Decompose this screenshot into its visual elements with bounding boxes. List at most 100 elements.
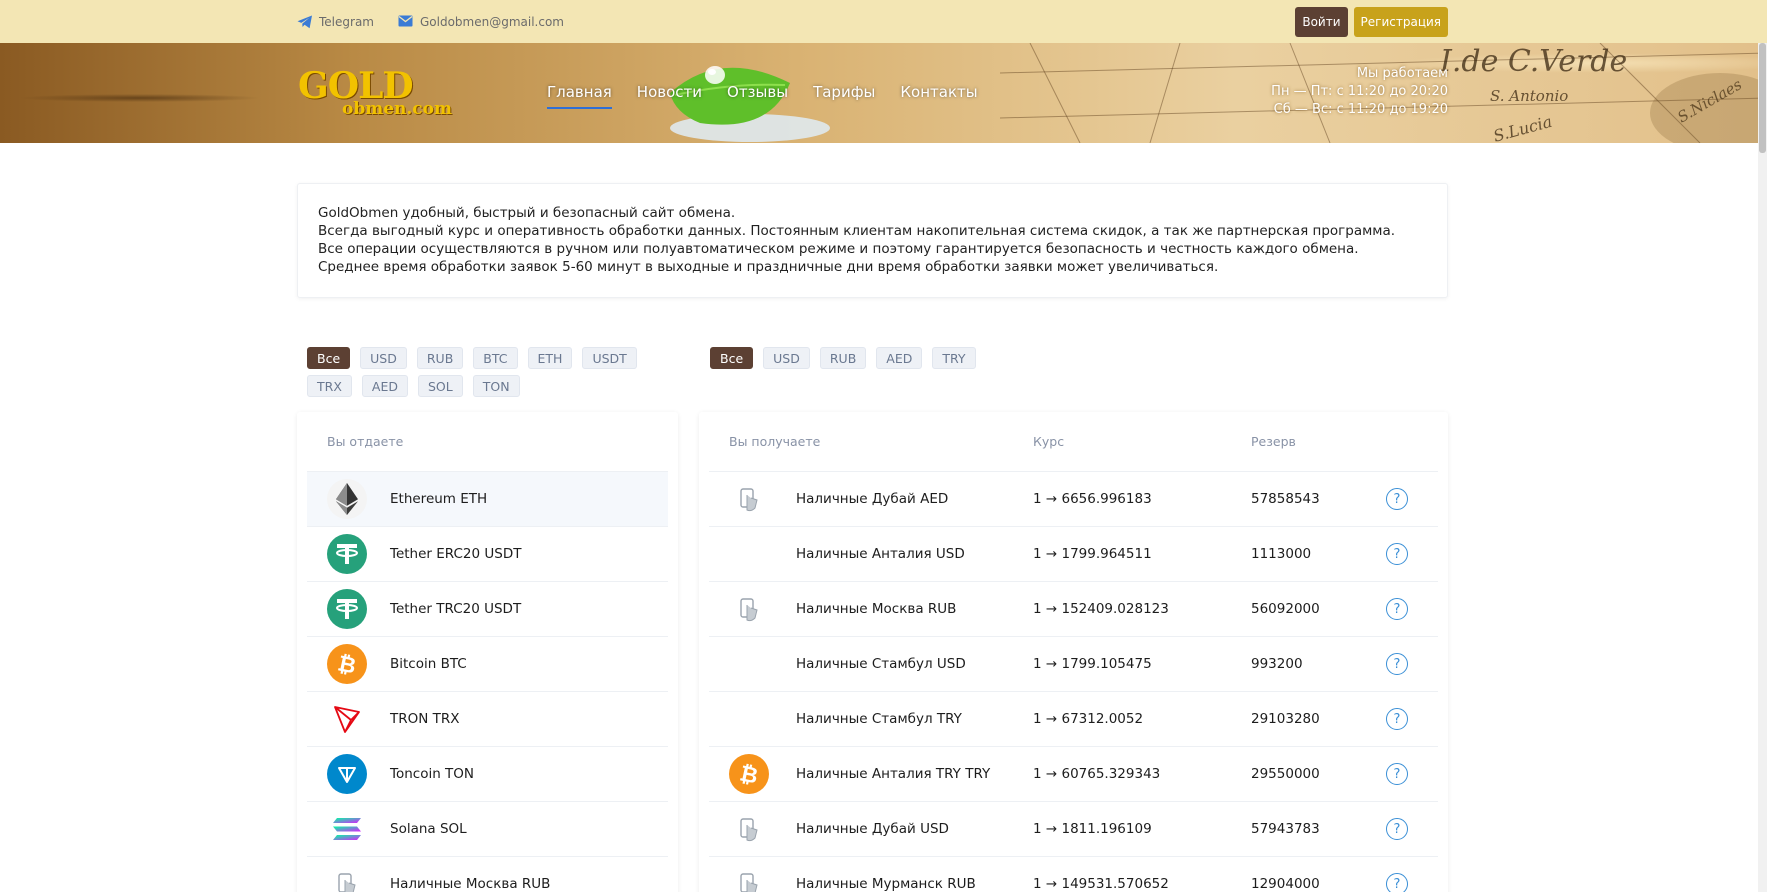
- get-row[interactable]: Наличные Анталия USD 1 → 1799.964511 111…: [709, 527, 1438, 582]
- help-icon[interactable]: ?: [1386, 873, 1408, 892]
- top-bar: Telegram Goldobmen@gmail.com Войти Регис…: [0, 0, 1767, 43]
- give-item[interactable]: ₿ Bitcoin BTC: [307, 637, 668, 692]
- info-line: GoldObmen удобный, быстрый и безопасный …: [318, 205, 736, 221]
- telegram-link[interactable]: Telegram: [297, 15, 374, 29]
- get-item-rate: 1 → 67312.0052: [1033, 711, 1144, 727]
- svg-text:₿: ₿: [738, 761, 760, 787]
- get-header-rate: Курс: [1033, 434, 1065, 449]
- nav-tariffs[interactable]: Тарифы: [813, 83, 875, 109]
- give-filter-sol[interactable]: SOL: [417, 375, 463, 397]
- give-item[interactable]: Tether TRC20 USDT: [307, 582, 668, 637]
- email-link[interactable]: Goldobmen@gmail.com: [398, 15, 564, 29]
- scrollbar-track[interactable]: [1758, 43, 1767, 892]
- get-item-reserve: 29550000: [1251, 766, 1320, 782]
- get-item-reserve: 57858543: [1251, 491, 1320, 507]
- get-item-rate: 1 → 152409.028123: [1033, 601, 1169, 617]
- give-filter-ton[interactable]: TON: [472, 375, 520, 397]
- cash-icon: [327, 864, 367, 892]
- bitcoin-icon: ₿: [729, 754, 769, 794]
- give-item-name: Ethereum ETH: [390, 491, 488, 507]
- get-header-name: Вы получаете: [729, 434, 821, 449]
- tether-icon: [327, 589, 367, 629]
- get-item-rate: 1 → 1799.964511: [1033, 546, 1152, 562]
- get-row[interactable]: Наличные Стамбул USD 1 → 1799.105475 993…: [709, 637, 1438, 692]
- get-filter-rub[interactable]: RUB: [819, 347, 867, 369]
- give-item[interactable]: Solana SOL: [307, 802, 668, 857]
- hours-title: Мы работаем: [1356, 66, 1448, 81]
- scrollbar-thumb[interactable]: [1759, 43, 1766, 153]
- give-item[interactable]: Наличные Москва RUB: [307, 857, 668, 892]
- help-icon[interactable]: ?: [1386, 598, 1408, 620]
- hours-weekdays: Пн — Пт: с 11:20 до 20:20: [1271, 84, 1448, 99]
- get-item-rate: 1 → 1811.196109: [1033, 821, 1152, 837]
- give-panel-header: Вы отдаете: [307, 412, 668, 472]
- get-item-rate: 1 → 1799.105475: [1033, 656, 1152, 672]
- telegram-icon: [297, 15, 313, 29]
- svg-text:I.de C.Verde: I.de C.Verde: [1439, 44, 1627, 79]
- get-item-reserve: 57943783: [1251, 821, 1320, 837]
- give-item-name: Toncoin TON: [390, 766, 475, 782]
- get-header-reserve: Резерв: [1251, 434, 1296, 449]
- info-line: Среднее время обработки заявок 5-60 мину…: [318, 259, 1219, 275]
- email-label: Goldobmen@gmail.com: [419, 14, 564, 29]
- get-row[interactable]: ₿ Наличные Анталия TRY TRY 1 → 60765.329…: [709, 747, 1438, 802]
- cash-icon: [729, 479, 769, 519]
- tether-icon: [327, 534, 367, 574]
- get-item-name: Наличные Стамбул TRY: [796, 711, 962, 727]
- get-row[interactable]: Наличные Дубай USD 1 → 1811.196109 57943…: [709, 802, 1438, 857]
- give-filter-rub[interactable]: RUB: [416, 347, 464, 369]
- give-filter-trx[interactable]: TRX: [307, 375, 352, 397]
- give-item-name: TRON TRX: [390, 711, 460, 727]
- get-item-reserve: 29103280: [1251, 711, 1320, 727]
- help-icon[interactable]: ?: [1386, 653, 1408, 675]
- get-filter-usd[interactable]: USD: [763, 347, 810, 369]
- give-item[interactable]: Tether ERC20 USDT: [307, 527, 668, 582]
- register-button[interactable]: Регистрация: [1353, 6, 1448, 37]
- give-filter-aed[interactable]: AED: [361, 375, 408, 397]
- get-item-reserve: 12904000: [1251, 876, 1320, 892]
- site-logo[interactable]: GOLD obmen.com: [298, 65, 458, 125]
- give-panel: Вы отдаете Ethereum ETH Tether ERC20 USD…: [297, 412, 678, 892]
- nav-news[interactable]: Новости: [637, 83, 702, 109]
- get-filter-try[interactable]: TRY: [932, 347, 976, 369]
- give-filter-btc[interactable]: BTC: [473, 347, 518, 369]
- give-item[interactable]: TRON TRX: [307, 692, 668, 747]
- help-icon[interactable]: ?: [1386, 488, 1408, 510]
- get-filter-all[interactable]: Все: [710, 347, 754, 369]
- cash-icon: [729, 809, 769, 849]
- get-item-reserve: 1113000: [1251, 546, 1312, 562]
- help-icon[interactable]: ?: [1386, 818, 1408, 840]
- get-currency-filters: Все USD RUB AED TRY: [710, 347, 976, 369]
- help-icon[interactable]: ?: [1386, 708, 1408, 730]
- help-icon[interactable]: ?: [1386, 763, 1408, 785]
- nav-reviews[interactable]: Отзывы: [727, 83, 788, 109]
- give-filter-all[interactable]: Все: [307, 347, 351, 369]
- get-row[interactable]: Наличные Дубай AED 1 → 6656.996183 57858…: [709, 472, 1438, 527]
- give-filter-usd[interactable]: USD: [360, 347, 407, 369]
- give-filter-eth[interactable]: ETH: [527, 347, 573, 369]
- give-item-name: Tether TRC20 USDT: [390, 601, 522, 617]
- logo-text-sub: obmen.com: [342, 99, 452, 119]
- give-filter-usdt[interactable]: USDT: [582, 347, 637, 369]
- get-item-rate: 1 → 6656.996183: [1033, 491, 1152, 507]
- cash-icon: [729, 864, 769, 892]
- nav-home[interactable]: Главная: [547, 83, 612, 109]
- info-line: Всегда выгодный курс и оперативность обр…: [318, 223, 1396, 239]
- give-item-name: Bitcoin BTC: [390, 656, 467, 672]
- give-item[interactable]: Toncoin TON: [307, 747, 668, 802]
- envelope-icon: [398, 15, 414, 29]
- get-item-name: Наличные Анталия TRY TRY: [796, 766, 991, 782]
- bitcoin-icon: ₿: [327, 644, 367, 684]
- give-item-name: Solana SOL: [390, 821, 467, 837]
- get-row[interactable]: Наличные Мурманск RUB 1 → 149531.570652 …: [709, 857, 1438, 892]
- login-button[interactable]: Войти: [1295, 6, 1348, 37]
- get-row[interactable]: Наличные Москва RUB 1 → 152409.028123 56…: [709, 582, 1438, 637]
- get-item-name: Наличные Москва RUB: [796, 601, 957, 617]
- get-item-reserve: 993200: [1251, 656, 1303, 672]
- help-icon[interactable]: ?: [1386, 543, 1408, 565]
- get-row[interactable]: Наличные Стамбул TRY 1 → 67312.0052 2910…: [709, 692, 1438, 747]
- get-filter-aed[interactable]: AED: [876, 347, 923, 369]
- hours-weekend: Сб — Вс: с 11:20 до 19:20: [1273, 102, 1448, 117]
- nav-contacts[interactable]: Контакты: [900, 83, 977, 109]
- give-item[interactable]: Ethereum ETH: [307, 472, 668, 527]
